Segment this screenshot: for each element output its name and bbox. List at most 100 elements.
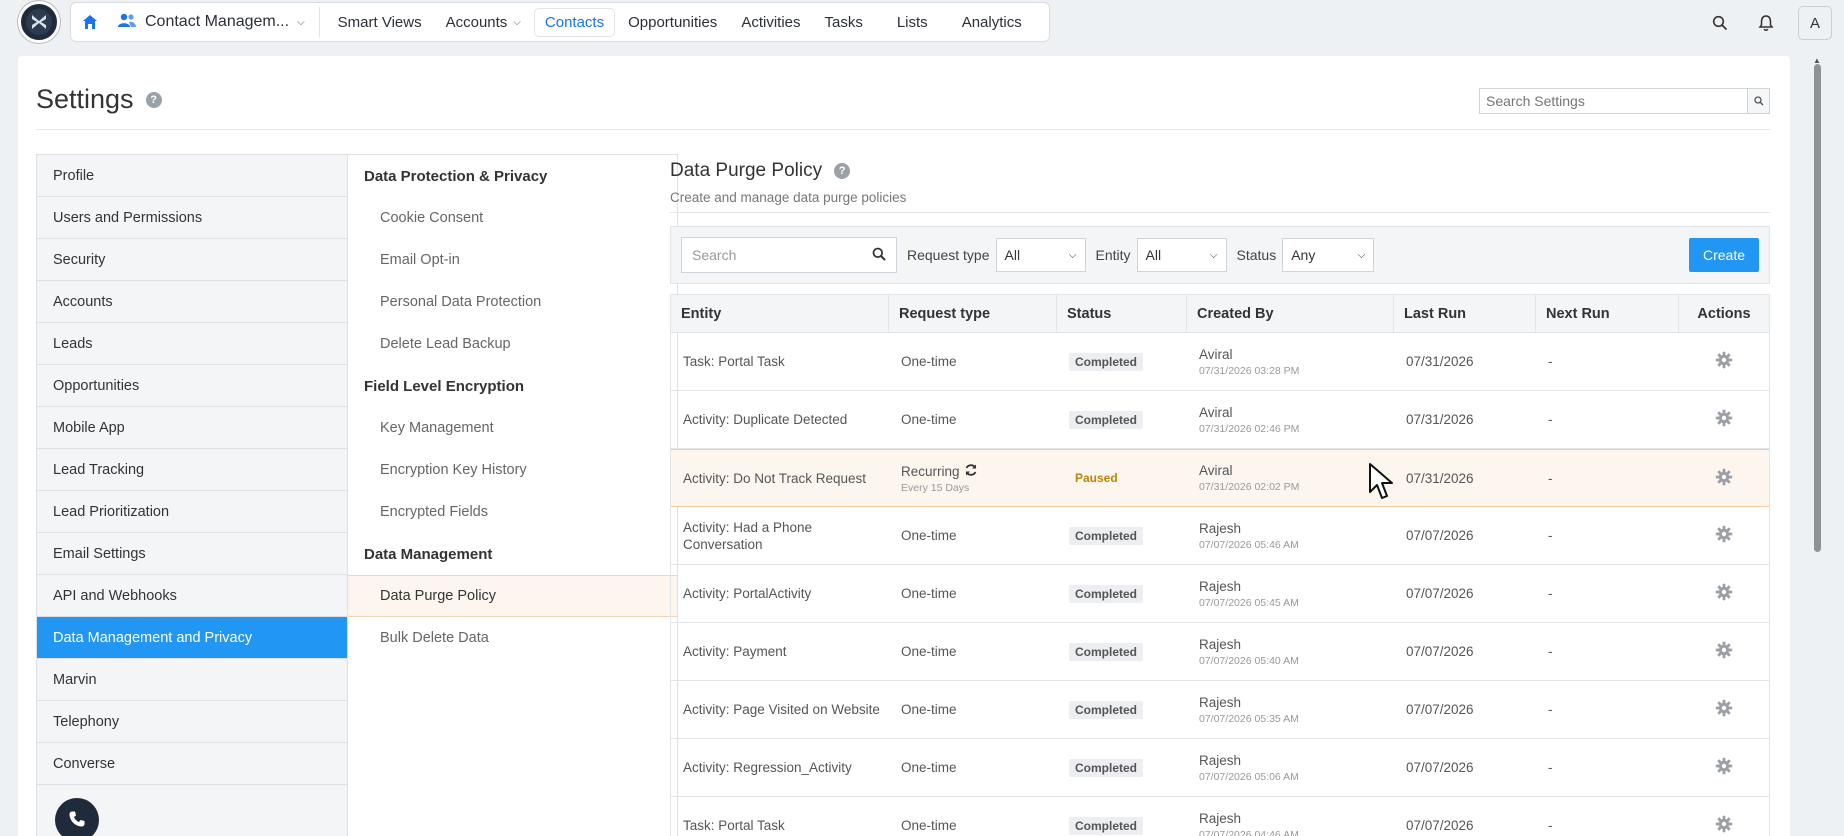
- column-header-entity[interactable]: Entity: [671, 294, 889, 333]
- sidebar-item-accounts[interactable]: Accounts: [37, 281, 347, 323]
- sidebar-item-lead-tracking[interactable]: Lead Tracking: [37, 449, 347, 491]
- nav-opportunities[interactable]: Opportunities: [618, 9, 727, 36]
- creator-name: Aviral: [1199, 463, 1233, 478]
- table-row[interactable]: Activity: Do Not Track Request Recurring E…: [671, 449, 1769, 507]
- subnav-item-bulk-delete-data[interactable]: Bulk Delete Data: [348, 617, 677, 659]
- entity-select[interactable]: All ⌵: [1136, 238, 1227, 272]
- nav-analytics[interactable]: Analytics: [952, 9, 1032, 36]
- status-badge: Completed: [1069, 700, 1144, 719]
- cell-actions: [1679, 507, 1769, 564]
- scrollbar-thumb[interactable]: [1814, 64, 1821, 552]
- request-type-select[interactable]: All ⌵: [995, 238, 1086, 272]
- nav-accounts[interactable]: Accounts ⌵: [436, 9, 531, 36]
- sidebar-item-telephony[interactable]: Telephony: [37, 701, 347, 743]
- sidebar-item-converse[interactable]: Converse: [37, 743, 347, 785]
- column-header-status[interactable]: Status: [1057, 294, 1187, 333]
- cell-status: Completed: [1057, 797, 1187, 836]
- gear-icon[interactable]: [1715, 583, 1733, 604]
- column-header-request-type[interactable]: Request type: [889, 294, 1057, 333]
- sidebar-item-users-and-permissions[interactable]: Users and Permissions: [37, 197, 347, 239]
- request-type-value: All: [1004, 247, 1021, 263]
- create-button[interactable]: Create: [1689, 238, 1759, 272]
- cell-created-by: Rajesh 07/07/2026 05:46 AM: [1187, 507, 1394, 564]
- column-header-created-by[interactable]: Created By: [1187, 294, 1394, 333]
- gear-icon[interactable]: [1715, 641, 1733, 662]
- table-row[interactable]: Activity: Regression_Activity One-time Com…: [671, 739, 1769, 797]
- bell-icon[interactable]: [1752, 9, 1780, 37]
- table-row[interactable]: Activity: Had a Phone Conversation One-ti…: [671, 507, 1769, 565]
- table-row[interactable]: Task: Portal Task One-time Completed Rajesh…: [671, 797, 1769, 836]
- subnav-item-data-purge-policy[interactable]: Data Purge Policy: [348, 575, 677, 617]
- policy-search-field[interactable]: Search: [681, 237, 897, 273]
- subnav-item-personal-data-protection[interactable]: Personal Data Protection: [348, 281, 677, 323]
- gear-icon[interactable]: [1715, 525, 1733, 546]
- request-type-text: One-time: [901, 354, 957, 369]
- cell-last-run: 07/07/2026: [1394, 623, 1536, 680]
- page-scrollbar[interactable]: ▲: [1810, 56, 1824, 836]
- search-icon[interactable]: [872, 247, 886, 264]
- subnav-item-encrypted-fields[interactable]: Encrypted Fields: [348, 491, 677, 533]
- search-icon[interactable]: [1706, 9, 1734, 37]
- phone-call-button[interactable]: [55, 798, 99, 836]
- table-row[interactable]: Activity: PortalActivity One-time Complete…: [671, 565, 1769, 623]
- sidebar-item-api-and-webhooks[interactable]: API and Webhooks: [37, 575, 347, 617]
- gear-icon[interactable]: [1715, 351, 1733, 372]
- table-row[interactable]: Activity: Page Visited on Website One-tim…: [671, 681, 1769, 739]
- cell-request-type: One-time: [889, 507, 1057, 564]
- gear-icon[interactable]: [1715, 815, 1733, 836]
- shield-logo-icon[interactable]: [18, 1, 60, 43]
- cell-status: Completed: [1057, 333, 1187, 390]
- table-row[interactable]: Activity: Duplicate Detected One-time Comp…: [671, 391, 1769, 449]
- top-right-controls: A: [1706, 6, 1832, 40]
- sidebar-item-mobile-app[interactable]: Mobile App: [37, 407, 347, 449]
- sidebar-item-security[interactable]: Security: [37, 239, 347, 281]
- gear-icon[interactable]: [1715, 757, 1733, 778]
- sidebar-item-profile[interactable]: Profile: [37, 155, 347, 197]
- table-row[interactable]: Task: Portal Task One-time Completed Aviral…: [671, 333, 1769, 391]
- cell-created-by: Rajesh 07/07/2026 04:46 AM: [1187, 797, 1394, 836]
- cell-next-run: -: [1536, 739, 1679, 796]
- created-timestamp: 07/31/2026 02:02 PM: [1199, 481, 1300, 493]
- cell-status: Completed: [1057, 507, 1187, 564]
- column-header-next-run[interactable]: Next Run: [1536, 294, 1679, 333]
- cell-last-run: 07/31/2026: [1394, 450, 1536, 506]
- gear-icon[interactable]: [1715, 699, 1733, 720]
- nav-smart-views[interactable]: Smart Views: [328, 9, 432, 36]
- sidebar-item-lead-prioritization[interactable]: Lead Prioritization: [37, 491, 347, 533]
- nav-lists[interactable]: Lists: [887, 9, 938, 36]
- sidebar-item-data-management-and-privacy[interactable]: Data Management and Privacy: [37, 617, 347, 659]
- nav-activities[interactable]: Activities: [731, 9, 810, 36]
- next-run-date: -: [1548, 586, 1553, 601]
- subnav-item-key-management[interactable]: Key Management: [348, 407, 677, 449]
- request-type-line: One-time: [901, 354, 1057, 369]
- next-run-date: -: [1548, 818, 1553, 833]
- users-icon: [117, 12, 137, 33]
- creator-name: Rajesh: [1199, 810, 1242, 826]
- nav-contacts[interactable]: Contacts: [534, 8, 615, 36]
- gear-icon[interactable]: [1715, 468, 1733, 489]
- subnav-item-encryption-key-history[interactable]: Encryption Key History: [348, 449, 677, 491]
- nav-label: Tasks: [824, 13, 863, 31]
- sidebar-item-email-settings[interactable]: Email Settings: [37, 533, 347, 575]
- app-switcher[interactable]: Contact Managem... ⌵: [117, 7, 320, 37]
- subnav-item-delete-lead-backup[interactable]: Delete Lead Backup: [348, 323, 677, 365]
- sidebar-item-marvin[interactable]: Marvin: [37, 659, 347, 701]
- home-icon[interactable]: [77, 9, 103, 35]
- next-run-date: -: [1548, 354, 1553, 369]
- status-select[interactable]: Any ⌵: [1282, 238, 1375, 272]
- search-settings-input[interactable]: [1480, 89, 1747, 113]
- sidebar-item-opportunities[interactable]: Opportunities: [37, 365, 347, 407]
- nav-tasks[interactable]: Tasks: [815, 9, 873, 36]
- cell-actions: [1679, 565, 1769, 622]
- table-row[interactable]: Activity: Payment One-time Completed Rajesh…: [671, 623, 1769, 681]
- help-icon[interactable]: ?: [834, 163, 851, 179]
- help-icon[interactable]: ?: [145, 91, 162, 108]
- page-title: Settings ?: [36, 84, 162, 115]
- gear-icon[interactable]: [1715, 409, 1733, 430]
- subnav-item-email-opt-in[interactable]: Email Opt-in: [348, 239, 677, 281]
- sidebar-item-leads[interactable]: Leads: [37, 323, 347, 365]
- search-icon[interactable]: [1747, 89, 1769, 113]
- avatar[interactable]: A: [1798, 6, 1832, 40]
- subnav-item-cookie-consent[interactable]: Cookie Consent: [348, 197, 677, 239]
- column-header-last-run[interactable]: Last Run: [1394, 294, 1536, 333]
